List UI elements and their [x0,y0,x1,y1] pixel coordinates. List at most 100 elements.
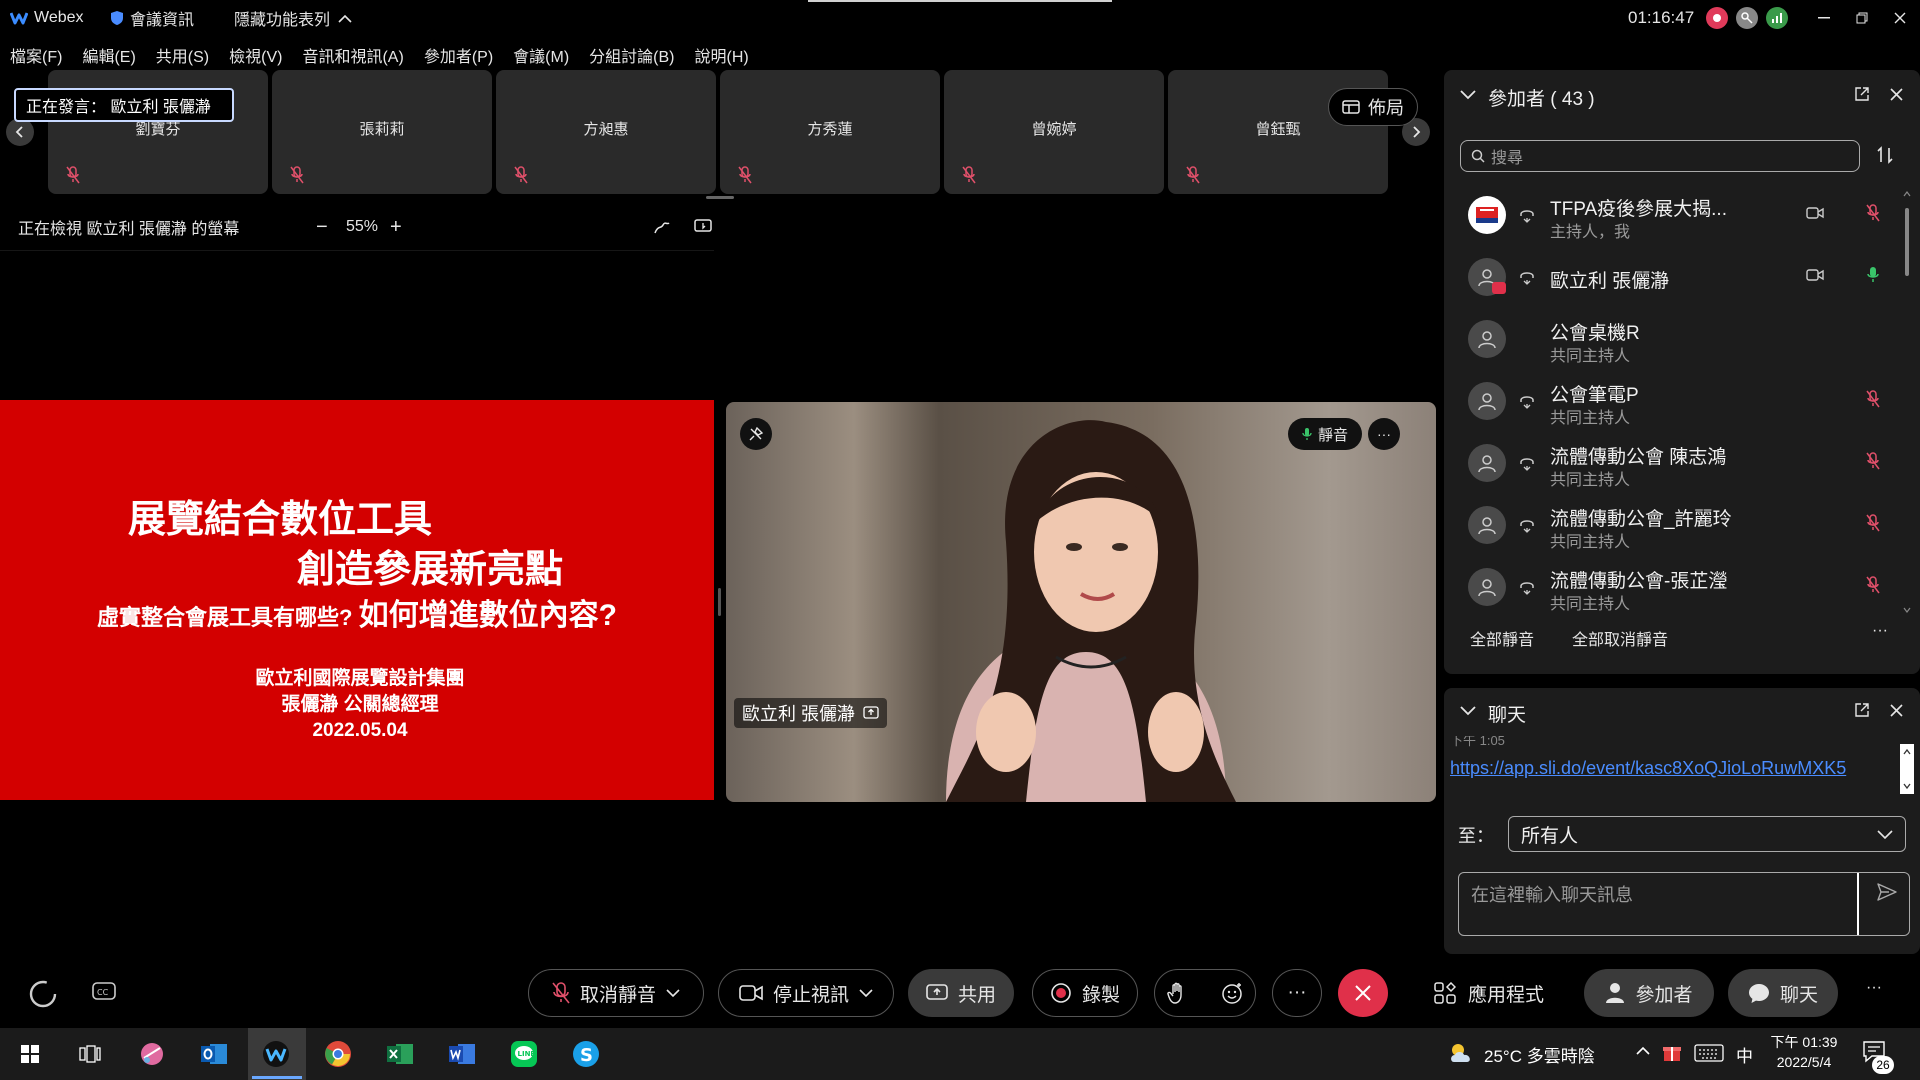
more-options-label: ··· [1287,982,1307,1003]
participants-scrollbar[interactable] [1902,188,1912,618]
participant-row[interactable]: 歐立利 張儷瀞 [1444,246,1904,308]
split-resize-handle[interactable] [718,588,721,616]
meeting-info-button[interactable]: 會議資訊 [110,0,194,36]
participant-row[interactable]: 流體傳動公會-張芷瀅 共同主持人 [1444,556,1904,618]
apps-button[interactable]: 應用程式 [1434,969,1544,1017]
chrome-icon[interactable] [320,1036,356,1072]
record-status-icon[interactable] [1706,7,1728,29]
task-view-icon[interactable] [72,1036,108,1072]
chat-panel: 聊天 下午 1:05 https://app.sli.do/event/kasc… [1444,688,1920,954]
network-stats-icon[interactable] [1766,7,1788,29]
windows-start-icon[interactable] [12,1036,48,1072]
stop-video-button[interactable]: 停止視訊 [718,969,894,1017]
chat-message-input[interactable]: 在這裡輸入聊天訊息 [1458,872,1910,936]
participant-search-input[interactable]: 搜尋 [1460,140,1860,172]
chevron-down-icon[interactable] [859,988,873,998]
zoom-out-button[interactable]: − [316,216,328,239]
weather-text[interactable]: 25°C 多雲時陰 [1484,1042,1595,1067]
participants-button[interactable]: 參加者 [1584,969,1714,1017]
excel-icon[interactable] [382,1036,418,1072]
collapse-chat-icon[interactable] [1460,706,1476,716]
collapse-participants-icon[interactable] [1460,90,1476,100]
mic-muted-icon [290,166,304,184]
captions-icon[interactable]: CC [92,981,116,1001]
close-participants-icon[interactable] [1890,88,1903,101]
participant-row[interactable]: 公會桌機R 共同主持人 [1444,308,1904,370]
webex-taskbar-icon[interactable] [258,1036,294,1072]
tiles-resize-handle[interactable] [706,196,734,199]
ime-indicator[interactable]: 中 [1736,1042,1753,1067]
participant-row[interactable]: 公會筆電P 共同主持人 [1444,370,1904,432]
keyboard-icon[interactable] [1694,1044,1724,1062]
sort-icon[interactable] [1876,146,1894,164]
chevron-up-icon[interactable] [1636,1046,1650,1055]
participant-row[interactable]: TFPA疫後參展大揭... 主持人，我 [1444,184,1904,246]
record-button[interactable]: 錄製 [1032,969,1138,1017]
slide-subtitle: 虛實整合會展工具有哪些? 如何增進數位內容? [0,590,714,634]
participant-tile[interactable]: 方昶惠 [496,70,716,194]
participant-tile[interactable]: 曾婉婷 [944,70,1164,194]
menu-meeting[interactable]: 會議(M) [513,43,569,67]
tiles-prev-button[interactable] [6,118,34,146]
participant-tile[interactable]: 方秀蓮 [720,70,940,194]
popout-icon[interactable] [1854,702,1870,718]
menu-participants[interactable]: 參加者(P) [424,43,493,67]
participants-more-button[interactable]: ··· [1872,622,1888,640]
connection-status-icon[interactable] [28,979,58,1009]
menu-file[interactable]: 檔案(F) [10,43,62,67]
hide-menu-button[interactable]: 隱藏功能表列 [234,0,352,36]
menu-view[interactable]: 檢視(V) [229,43,282,67]
hide-menu-label: 隱藏功能表列 [234,12,331,29]
key-icon[interactable] [1736,7,1758,29]
mute-speaker-button[interactable]: 靜音 [1288,418,1362,450]
unmute-button[interactable]: 取消靜音 [528,969,704,1017]
video-more-button[interactable]: ··· [1368,418,1400,450]
mute-all-button[interactable]: 全部靜音 [1470,626,1534,650]
participant-tile[interactable]: 張莉莉 [272,70,492,194]
chat-recipient-select[interactable]: 所有人 [1508,816,1906,852]
outlook-icon[interactable] [196,1036,232,1072]
send-icon[interactable] [1877,883,1897,901]
skype-icon[interactable]: S [568,1036,604,1072]
zoom-in-button[interactable]: + [390,216,402,239]
close-window-icon[interactable] [1880,0,1920,36]
chat-scrollbar[interactable] [1900,744,1914,794]
leave-meeting-button[interactable] [1338,969,1388,1017]
weather-cloud-icon[interactable] [1448,1042,1476,1064]
restore-icon[interactable] [1842,0,1882,36]
participant-row[interactable]: 流體傳動公會_許麗玲 共同主持人 [1444,494,1904,556]
share-button[interactable]: 共用 [908,969,1014,1017]
mic-icon [1302,427,1312,441]
menu-audio-video[interactable]: 音訊和視訊(A) [302,43,403,67]
tile-name: 方昶惠 [583,121,629,138]
reactions-icon[interactable] [1221,982,1243,1004]
chat-button[interactable]: 聊天 [1728,969,1838,1017]
speaker-video[interactable]: 靜音 ··· 歐立利 張儷瀞 [726,402,1436,802]
taskbar-clock[interactable]: 下午 01:39 2022/5/4 [1764,1032,1844,1072]
word-icon[interactable] [444,1036,480,1072]
unmute-all-button[interactable]: 全部取消靜音 [1572,626,1668,650]
menu-breakout[interactable]: 分組討論(B) [589,43,674,67]
remote-control-icon[interactable] [694,219,712,235]
menu-help[interactable]: 說明(H) [695,43,749,67]
menu-share[interactable]: 共用(S) [156,43,209,67]
chat-link[interactable]: https://app.sli.do/event/kasc8XoQJioLoRu… [1450,758,1846,779]
mic-active-icon [1866,266,1880,284]
popout-icon[interactable] [1854,86,1870,102]
chevron-down-icon[interactable] [666,988,680,998]
panel-more-button[interactable]: ··· [1866,979,1882,997]
snipping-tool-icon[interactable] [134,1036,170,1072]
unpin-button[interactable] [740,418,772,450]
annotate-icon[interactable] [654,219,670,235]
minimize-icon[interactable] [1804,0,1844,36]
title-bar: Webex 會議資訊 隱藏功能表列 01:16:47 [0,0,1920,36]
layout-button[interactable]: 佈局 [1328,88,1418,126]
raise-hand-icon[interactable] [1167,982,1187,1004]
close-chat-icon[interactable] [1890,704,1903,717]
participants-title: 參加者 ( 43 ) [1488,89,1595,110]
gift-icon[interactable] [1662,1042,1682,1062]
participant-row[interactable]: 流體傳動公會 陳志鴻 共同主持人 [1444,432,1904,494]
line-icon[interactable]: LINE [506,1036,542,1072]
menu-edit[interactable]: 編輯(E) [82,43,135,67]
more-options-button[interactable]: ··· [1272,969,1322,1017]
